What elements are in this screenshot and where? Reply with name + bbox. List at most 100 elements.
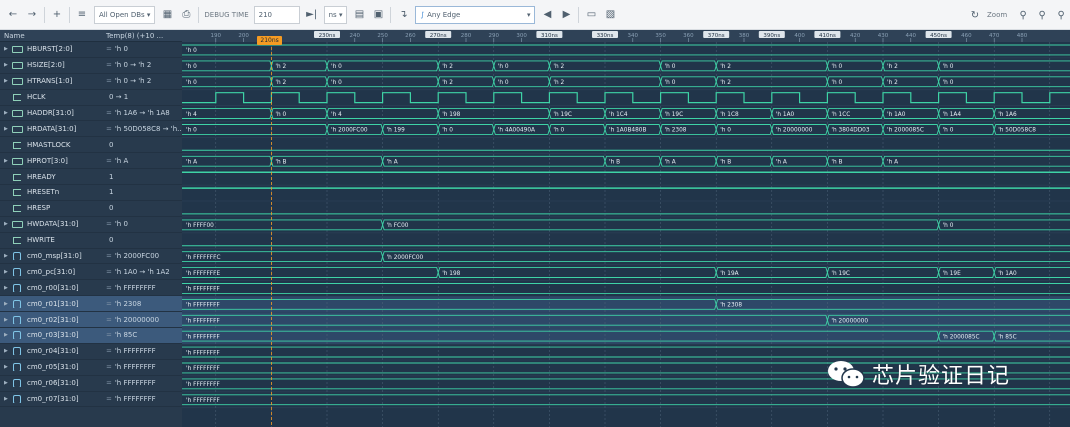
signal-row[interactable]: ▶ HWDATA[31:0] ='h 0	[0, 217, 182, 233]
signal-row[interactable]: ▶ cm0_r03[31:0] ='h 85C	[0, 328, 182, 344]
expand-arrow-icon[interactable]: ▶	[4, 380, 10, 386]
cursor-tool-icon[interactable]: ↴	[396, 6, 410, 24]
selected-row-highlight	[182, 296, 1070, 313]
signal-value-cell: 0	[103, 204, 182, 212]
signal-row[interactable]: HMASTLOCK 0	[0, 137, 182, 154]
zoom-fit-icon[interactable]: ⚲	[1054, 6, 1068, 24]
expand-arrow-icon[interactable]: ▶	[4, 332, 10, 338]
save-icon[interactable]: ▦	[160, 6, 174, 24]
signal-name: cm0_r05[31:0]	[27, 363, 79, 372]
expand-arrow-icon[interactable]: ▶	[4, 285, 10, 291]
layout-icon[interactable]: ▧	[603, 6, 617, 24]
signal-value-cell: 0 → 1	[103, 93, 182, 101]
expand-arrow-icon[interactable]: ▶	[4, 78, 10, 84]
signal-row[interactable]: ▶ cm0_r06[31:0] ='h FFFFFFFF	[0, 376, 182, 392]
back-icon[interactable]: ←	[6, 6, 20, 24]
signal-name: HREADY	[27, 172, 56, 181]
bus-value-label: 'h 1C8	[720, 112, 739, 118]
value-column-header[interactable]: Temp(8) (+10 ...	[103, 32, 182, 40]
signal-value-cell: ='h 0 → 'h 2	[103, 77, 182, 85]
list-icon[interactable]: ≡	[75, 6, 89, 24]
signal-row[interactable]: ▶ cm0_r05[31:0] ='h FFFFFFFF	[0, 360, 182, 376]
expand-arrow-icon[interactable]: ▶	[4, 158, 10, 164]
signal-row[interactable]: HWRITE 0	[0, 233, 182, 249]
grid-icon[interactable]: ▤	[352, 6, 366, 24]
expand-arrow-icon[interactable]: ▶	[4, 221, 10, 227]
print-icon[interactable]: ⎙	[179, 6, 193, 24]
bus-value-label: 'h FFFFFFFF	[186, 350, 220, 356]
lock-icon[interactable]: ▣	[371, 6, 385, 24]
expand-arrow-icon[interactable]: ▶	[4, 301, 10, 307]
expand-arrow-icon[interactable]: ▶	[4, 317, 10, 323]
next-edge-icon[interactable]: ▶	[559, 6, 573, 24]
signal-row[interactable]: ▶ HPROT[3:0] ='h A	[0, 153, 182, 170]
expand-arrow-icon[interactable]: ▶	[4, 253, 10, 259]
signal-row[interactable]: ▶ cm0_r07[31:0] ='h FFFFFFFF	[0, 392, 182, 408]
add-signal-icon[interactable]: +	[50, 6, 64, 24]
debug-time-input[interactable]: 210	[253, 5, 300, 24]
signal-row[interactable]: HRESP 0	[0, 201, 182, 217]
edge-search-select[interactable]: ∫ Any Edge ▾	[415, 5, 536, 24]
bus-value-label: 'h 0	[831, 64, 842, 70]
signal-row[interactable]: ▶ cm0_r04[31:0] ='h FFFFFFFF	[0, 344, 182, 360]
reg-signal-icon	[12, 331, 23, 340]
expand-arrow-icon[interactable]: ▶	[4, 46, 10, 52]
signal-row[interactable]: HREADY 1	[0, 169, 182, 186]
zoom-in-icon[interactable]: ⚲	[1016, 6, 1030, 24]
time-unit-select[interactable]: ns ▾	[323, 5, 348, 24]
expand-arrow-icon[interactable]: ▶	[4, 269, 10, 275]
bus-value-label: 'h 4	[186, 112, 197, 118]
signal-value-cell: ='h 0	[103, 45, 182, 53]
signal-value: 'h 1A6 → 'h 1A8	[114, 109, 170, 117]
expand-arrow-icon[interactable]: ▶	[4, 110, 10, 116]
wechat-icon	[828, 361, 865, 388]
expand-arrow-icon[interactable]: ▶	[4, 348, 10, 354]
reg-signal-icon	[12, 347, 23, 356]
expand-arrow-icon[interactable]: ▶	[4, 62, 10, 68]
signal-value-cell: ='h 0	[103, 220, 182, 228]
signal-row[interactable]: ▶ HBURST[2:0] ='h 0	[0, 42, 182, 58]
signal-row[interactable]: ▶ HSIZE[2:0] ='h 0 → 'h 2	[0, 58, 182, 74]
expand-arrow-icon[interactable]: ▶	[4, 364, 10, 370]
selected-row-highlight	[182, 328, 1070, 345]
database-select[interactable]: All Open DBs ▾	[94, 5, 156, 24]
signal-row[interactable]: HRESETn 1	[0, 185, 182, 201]
bus-value-label: 'h FFFFFFFF	[186, 382, 220, 388]
bus-segment	[938, 219, 1070, 231]
bus-segment	[270, 155, 384, 167]
bus-value-label: 'h FFFFFFFF	[186, 287, 220, 293]
bus-value-label: 'h 2	[720, 64, 731, 70]
signal-row[interactable]: ▶ HADDR[31:0] ='h 1A6 → 'h 1A8	[0, 106, 182, 122]
signal-name: HRESETn	[27, 188, 60, 197]
bus-value-label: 'h 0	[943, 223, 954, 229]
signal-row[interactable]: ▶ cm0_msp[31:0] ='h 2000FC00	[0, 249, 182, 265]
name-column-header[interactable]: Name	[0, 32, 103, 40]
signal-row[interactable]: HCLK 0 → 1	[0, 90, 182, 106]
signal-row[interactable]: ▶ cm0_r02[31:0] ='h 20000000	[0, 312, 182, 329]
expand-arrow-icon[interactable]: ▶	[4, 126, 10, 132]
ruler-tick-label: 260	[405, 33, 416, 39]
bus-value-label: 'h FC00	[387, 223, 409, 229]
signal-row[interactable]: ▶ cm0_r00[31:0] ='h FFFFFFFF	[0, 280, 182, 297]
signal-row[interactable]: ▶ cm0_r01[31:0] ='h 2308	[0, 296, 182, 313]
forward-icon[interactable]: →	[25, 6, 39, 24]
ruler-tick-label: 290	[489, 33, 500, 39]
signal-value-cell: ='h FFFFFFFF	[103, 395, 182, 403]
ruler-tick-label: 400	[794, 33, 805, 39]
expand-arrow-icon[interactable]: ▶	[4, 396, 10, 402]
step-icon[interactable]: ►|	[305, 6, 319, 24]
cursor-time-marker[interactable]: 210ns	[257, 36, 282, 45]
time-unit-value: ns	[328, 10, 337, 19]
bus-value-label: 'h FFFFFFFE	[186, 271, 220, 277]
prev-edge-icon[interactable]: ◀	[540, 6, 554, 24]
bus-value-label: 'h 0	[275, 112, 286, 118]
refresh-icon[interactable]: ↻	[968, 6, 982, 24]
signal-row[interactable]: ▶ cm0_pc[31:0] ='h 1A0 → 'h 1A2	[0, 264, 182, 281]
bus-value-label: 'h 0	[943, 128, 954, 134]
ruler-tick-label: 250	[377, 33, 388, 39]
bookmark-icon[interactable]: ▭	[584, 6, 598, 24]
signal-row[interactable]: ▶ HTRANS[1:0] ='h 0 → 'h 2	[0, 74, 182, 90]
ruler-tick-label: 240	[350, 33, 361, 39]
signal-row[interactable]: ▶ HRDATA[31:0] ='h 50D058C8 → 'h...	[0, 121, 182, 138]
zoom-out-icon[interactable]: ⚲	[1035, 6, 1049, 24]
